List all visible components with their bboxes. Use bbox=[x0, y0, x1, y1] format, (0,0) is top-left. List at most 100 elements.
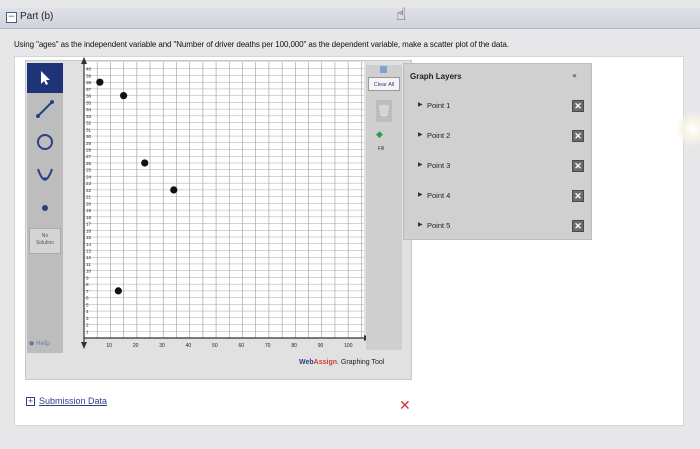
webassign-brand: WebAssign. Graphing Tool bbox=[299, 359, 384, 366]
y-tick-label: 2 bbox=[86, 323, 89, 328]
y-tick-label: 34 bbox=[86, 107, 92, 112]
x-tick-label: 50 bbox=[212, 343, 218, 349]
layer-item[interactable]: ▶ Point 5 ✕ bbox=[405, 216, 588, 238]
y-tick-label: 4 bbox=[86, 309, 89, 314]
expand-arrow-icon[interactable]: ▶ bbox=[418, 191, 423, 198]
y-tick-label: 33 bbox=[86, 114, 92, 119]
y-tick-label: 9 bbox=[86, 275, 89, 280]
expand-arrow-icon[interactable]: ▶ bbox=[418, 161, 423, 168]
delete-layer-icon[interactable]: ✕ bbox=[572, 100, 584, 112]
plotted-point[interactable] bbox=[170, 186, 178, 194]
plotted-point[interactable] bbox=[120, 92, 128, 100]
pointer-hand-icon: ☝ bbox=[396, 5, 407, 25]
point-tool-button[interactable] bbox=[27, 193, 63, 223]
delete-layer-icon[interactable]: ✕ bbox=[572, 190, 584, 202]
y-axis-arrow-down bbox=[81, 342, 87, 349]
y-tick-label: 1 bbox=[86, 329, 89, 334]
x-tick-label: 60 bbox=[238, 343, 244, 349]
y-tick-label: 16 bbox=[86, 228, 92, 233]
y-tick-label: 13 bbox=[86, 248, 92, 253]
incorrect-x-icon: ✕ bbox=[399, 398, 411, 414]
x-tick-label: 20 bbox=[133, 343, 139, 349]
help-label: Help bbox=[36, 340, 50, 347]
fill-bucket-icon[interactable]: ◆ bbox=[376, 130, 383, 140]
parabola-icon bbox=[37, 168, 53, 181]
x-tick-label: 100 bbox=[344, 343, 353, 349]
y-tick-label: 32 bbox=[86, 121, 92, 126]
y-tick-label: 30 bbox=[86, 134, 92, 139]
brand-suffix: . Graphing Tool bbox=[337, 359, 385, 366]
expand-arrow-icon[interactable]: ▶ bbox=[418, 131, 423, 138]
x-tick-label: 90 bbox=[318, 343, 324, 349]
y-tick-label: 12 bbox=[86, 255, 92, 260]
expand-arrow-icon[interactable]: ▶ bbox=[418, 221, 423, 228]
y-tick-label: 14 bbox=[86, 242, 92, 247]
layer-label: Point 4 bbox=[427, 191, 451, 200]
layer-item[interactable]: ▶ Point 3 ✕ bbox=[405, 156, 588, 178]
part-header[interactable]: − Part (b) ☝ bbox=[0, 5, 700, 29]
delete-layer-icon[interactable]: ✕ bbox=[572, 220, 584, 232]
screen-glare bbox=[676, 112, 700, 146]
y-tick-label: 35 bbox=[86, 100, 92, 105]
submission-data-label: Submission Data bbox=[39, 396, 108, 406]
y-tick-label: 3 bbox=[86, 316, 89, 321]
x-tick-label: 80 bbox=[291, 343, 297, 349]
x-tick-label: 40 bbox=[186, 343, 192, 349]
fill-label: Fill bbox=[378, 146, 385, 152]
y-tick-label: 28 bbox=[86, 148, 92, 153]
y-axis-arrow-up bbox=[81, 57, 87, 64]
help-icon: ● bbox=[29, 340, 35, 347]
x-tick-label: 30 bbox=[159, 343, 165, 349]
clear-all-button[interactable]: Clear All bbox=[368, 77, 400, 91]
y-tick-label: 23 bbox=[86, 181, 92, 186]
y-tick-label: 38 bbox=[86, 80, 92, 85]
y-tick-label: 31 bbox=[86, 127, 92, 132]
graph-canvas[interactable]: 1234567891011121314151617181920212223242… bbox=[64, 56, 374, 356]
y-tick-label: 6 bbox=[86, 296, 89, 301]
plotted-point[interactable] bbox=[114, 287, 122, 295]
select-tool-button[interactable] bbox=[27, 63, 63, 93]
layer-label: Point 5 bbox=[427, 221, 451, 230]
y-tick-label: 17 bbox=[86, 222, 92, 227]
no-solution-label-2: Solution bbox=[35, 240, 55, 246]
y-tick-label: 40 bbox=[86, 67, 92, 72]
y-tick-label: 7 bbox=[86, 289, 89, 294]
y-tick-label: 10 bbox=[86, 269, 92, 274]
layer-label: Point 1 bbox=[427, 101, 451, 110]
expand-arrow-icon[interactable]: ▶ bbox=[418, 101, 423, 108]
y-tick-label: 11 bbox=[86, 262, 91, 267]
layer-item[interactable]: ▶ Point 4 ✕ bbox=[405, 186, 588, 208]
no-solution-label: No bbox=[41, 233, 49, 239]
y-tick-label: 39 bbox=[86, 73, 92, 78]
help-button[interactable]: ● Help bbox=[29, 340, 50, 347]
plotted-point[interactable] bbox=[141, 159, 149, 167]
no-solution-button[interactable]: No Solution bbox=[29, 228, 61, 254]
plotted-point[interactable] bbox=[96, 78, 104, 86]
clear-all-icon bbox=[380, 66, 387, 73]
line-tool-button[interactable] bbox=[27, 94, 63, 124]
layer-item[interactable]: ▶ Point 1 ✕ bbox=[405, 96, 588, 118]
layer-item[interactable]: ▶ Point 2 ✕ bbox=[405, 126, 588, 148]
y-tick-label: 15 bbox=[86, 235, 92, 240]
circle-tool-button[interactable] bbox=[27, 127, 63, 157]
submission-data-toggle[interactable]: + Submission Data bbox=[26, 396, 107, 406]
collapse-toggle-icon[interactable]: − bbox=[6, 12, 17, 23]
collapse-layers-icon[interactable]: « bbox=[572, 71, 577, 80]
x-tick-label: 10 bbox=[106, 343, 112, 349]
y-tick-label: 25 bbox=[86, 168, 92, 173]
expand-icon[interactable]: + bbox=[26, 397, 35, 406]
graph-layers-panel bbox=[403, 63, 592, 240]
delete-layer-icon[interactable]: ✕ bbox=[572, 130, 584, 142]
y-tick-label: 29 bbox=[86, 141, 92, 146]
y-tick-label: 26 bbox=[86, 161, 92, 166]
y-tick-label: 36 bbox=[86, 94, 92, 99]
y-tick-label: 8 bbox=[86, 282, 89, 287]
x-tick-label: 70 bbox=[265, 343, 271, 349]
y-tick-label: 19 bbox=[86, 208, 92, 213]
y-tick-label: 18 bbox=[86, 215, 92, 220]
trash-icon[interactable]: 🗑 bbox=[376, 100, 392, 122]
part-title: Part (b) bbox=[20, 11, 54, 22]
circle-icon bbox=[37, 134, 53, 150]
parabola-tool-button[interactable] bbox=[27, 160, 63, 190]
delete-layer-icon[interactable]: ✕ bbox=[572, 160, 584, 172]
